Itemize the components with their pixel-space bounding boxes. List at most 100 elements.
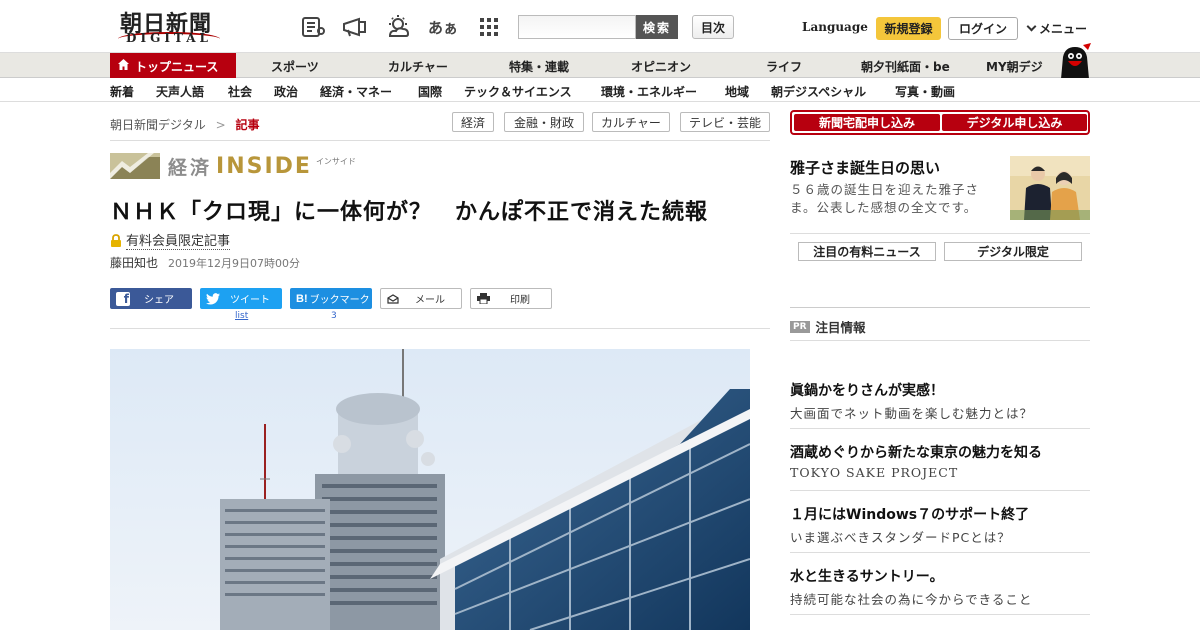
divider [790,233,1090,234]
nav-life[interactable]: ライフ [766,58,802,75]
twitter-icon [206,292,220,305]
nav-my-asadigi[interactable]: MY朝デジ [986,58,1043,75]
paid-member-label[interactable]: 有料会員限定記事 [110,230,231,250]
newspaper-icon[interactable] [298,12,328,42]
hiragana-icon[interactable]: あぁ [428,12,458,42]
tag-culture[interactable]: カルチャー [592,112,670,132]
tab-digital-only[interactable]: デジタル限定 [944,242,1082,261]
weather-icon[interactable] [384,12,414,42]
menu-label: メニュー [1039,22,1088,36]
publish-date: 2019年12月9日07時00分 [168,257,300,270]
twitter-share-button[interactable]: ツイート [200,288,282,309]
divider [110,140,770,141]
search-button[interactable]: 検索 [636,15,678,39]
mail-share-button[interactable]: メール [380,288,462,309]
nav-paper[interactable]: 朝夕刊紙面・be [861,58,950,75]
ad-subtitle[interactable]: TOKYO SAKE PROJECT [790,465,958,480]
nav2-photo-video[interactable]: 写真・動画 [895,83,955,100]
search-input[interactable] [518,15,636,39]
twitter-share-label: ツイート [230,295,270,306]
breadcrumb-home[interactable]: 朝日新聞デジタル [110,118,206,132]
signup-button[interactable]: 新規登録 [876,17,941,40]
divider [790,490,1090,491]
subscribe-paper-button[interactable]: 新聞宅配申し込み [794,114,940,131]
divider [790,307,1090,308]
nav2-politics[interactable]: 政治 [274,83,298,100]
ad-subtitle[interactable]: 持続可能な社会の為に今からできること [790,589,1032,608]
ad-title[interactable]: １月にはWindows７のサポート終了 [790,504,1029,524]
language-link[interactable]: Language [802,20,868,34]
hatena-icon: B! [296,292,308,305]
divider [790,428,1090,429]
article-photo[interactable] [110,349,750,630]
feature-description[interactable]: ５６歳の誕生日を迎えた雅子さま。公表した感想の全文です。 [790,181,1000,217]
tab-paid-news[interactable]: 注目の有料ニュース [798,242,936,261]
grid-apps-icon[interactable] [474,12,504,42]
nav2-region[interactable]: 地域 [725,83,749,100]
ad-title[interactable]: 酒蔵めぐりから新たな東京の魅力を知る [790,442,1042,462]
divider [790,340,1090,341]
nav-opinion[interactable]: オピニオン [631,58,691,75]
nav2-tech[interactable]: テック＆サイエンス [464,83,572,100]
author[interactable]: 藤田知也 [110,256,158,270]
ad-subtitle[interactable]: 大画面でネット動画を楽しむ魅力とは？ [790,403,1033,422]
megaphone-icon[interactable] [340,12,370,42]
feature-title[interactable]: 雅子さま誕生日の思い [790,157,940,178]
breadcrumb-sep: > [215,118,226,132]
nav-culture[interactable]: カルチャー [388,58,448,75]
chevron-down-icon [1026,21,1037,32]
section-badge[interactable]: 経済 INSIDE インサイド [110,153,356,179]
ad-title[interactable]: 水と生きるサントリー。 [790,566,944,586]
print-button[interactable]: 印刷 [470,288,552,309]
primary-nav: トップニュース スポーツ カルチャー 特集・連載 オピニオン ライフ 朝夕刊紙面… [0,52,1200,79]
section-brand: INSIDE [216,153,312,179]
tag-economy[interactable]: 経済 [452,112,494,132]
nav2-environment[interactable]: 環境・エネルギー [601,83,697,100]
subscribe-box: 新聞宅配申し込み デジタル申し込み [790,110,1090,135]
nav2-special[interactable]: 朝デジスペシャル [771,83,866,100]
mail-label: メール [415,295,445,306]
tag-tv-entertainment[interactable]: テレビ・芸能 [680,112,770,132]
section-kana: インサイド [315,156,356,166]
pr-badge: PR [790,320,810,333]
tag-finance[interactable]: 金融・財政 [504,112,584,132]
pr-heading: 注目情報 [815,320,866,335]
article-title: ＮＨＫ「クロ現」に一体何が？ かんぽ不正で消えた続報 [110,200,709,225]
nav-top-news-label: トップニュース [135,59,219,74]
feature-thumbnail[interactable] [1010,156,1090,220]
nav2-new[interactable]: 新着 [110,83,134,100]
byline: 藤田知也 2019年12月9日07時00分 [110,254,300,271]
twitter-count[interactable]: list [235,311,248,321]
paid-label-text: 有料会員限定記事 [126,230,231,250]
breadcrumb: 朝日新聞デジタル > 記事 [110,116,260,133]
mail-icon [387,293,399,304]
secondary-nav: 新着 天声人語 社会 政治 経済・マネー 国際 テック＆サイエンス 環境・エネル… [0,78,1200,102]
hatena-bookmark-button[interactable]: B! ブックマーク [290,288,372,309]
nav-top-news[interactable]: トップニュース [110,53,236,79]
hatena-count[interactable]: 3 [331,311,337,321]
ad-subtitle[interactable]: いま選ぶべきスタンダードPCとは？ [790,527,1011,546]
site-header: 朝日新聞 DIGITAL あぁ 検索 目次 Language 新規登録 ログイン… [0,0,1200,52]
divider [790,552,1090,553]
lock-icon [111,233,121,247]
nav-sports[interactable]: スポーツ [271,58,319,75]
divider [110,328,770,329]
menu-button[interactable]: メニュー [1026,20,1088,37]
ad-title[interactable]: 眞鍋かをりさんが実感！ [790,380,944,400]
login-button[interactable]: ログイン [948,17,1018,40]
hatena-label: ブックマーク [309,295,370,306]
facebook-share-button[interactable]: f シェア [110,288,192,309]
divider [790,614,1090,615]
nav2-society[interactable]: 社会 [228,83,252,100]
facebook-icon: f [116,291,130,306]
nav-features[interactable]: 特集・連載 [509,58,569,75]
nav2-international[interactable]: 国際 [418,83,442,100]
nav2-tenseijingo[interactable]: 天声人語 [156,83,204,100]
nav2-economy[interactable]: 経済・マネー [320,83,392,100]
subscribe-digital-button[interactable]: デジタル申し込み [942,114,1087,131]
mascot-icon [1055,43,1093,79]
site-logo[interactable]: 朝日新聞 DIGITAL [110,6,228,48]
inside-logo-icon [110,153,160,179]
toc-button[interactable]: 目次 [692,15,734,39]
facebook-share-label: シェア [144,295,174,306]
